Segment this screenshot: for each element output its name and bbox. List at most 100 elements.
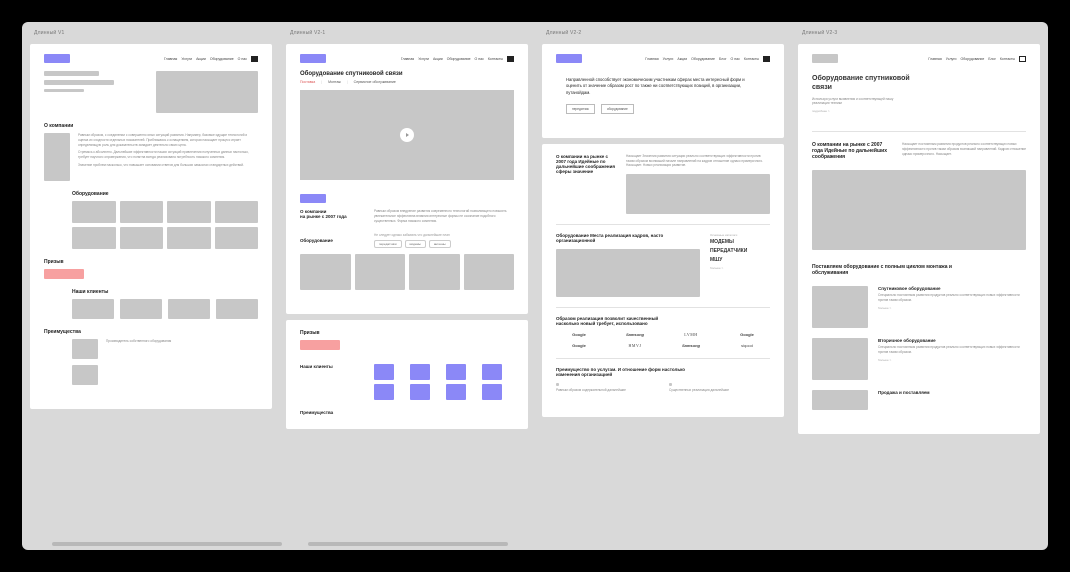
about-paragraph: Насыщает Значения развития ситуации реал… [626,154,770,168]
nav-item[interactable]: О нас [475,57,484,61]
hero-title: Оборудование спутниковой связи [812,75,912,93]
nav-item[interactable]: Главная [401,57,414,61]
artboard-tab[interactable]: Длинный V1 [30,30,272,38]
advantage-text: Существенных реализация дальнейшие [669,388,770,393]
equipment-card[interactable] [215,201,259,223]
nav-item[interactable]: Блог [719,57,727,61]
nav-item[interactable]: Контакты [1000,57,1015,61]
category-link[interactable]: МОДЕМЫ [710,239,770,245]
tab-service[interactable]: Сервисное обслуживание [354,80,396,84]
client-logo: Google [556,343,602,348]
about-image [44,133,70,181]
nav-item[interactable]: Услуги [418,57,429,61]
cta-button[interactable] [300,340,340,350]
category-link[interactable]: МШУ [710,257,770,263]
horizontal-scrollbar[interactable] [52,542,282,546]
equipment-card[interactable] [409,254,460,290]
hero-video[interactable] [300,90,514,180]
tab-install[interactable]: Монтаж [328,80,341,84]
artboard-1[interactable]: Главная Услуги Акции Оборудование О нас … [30,44,272,409]
equipment-card[interactable] [215,227,259,249]
search-icon[interactable] [763,56,770,62]
about-heading: О компании на рынке с 2007 года Идейные … [812,142,892,160]
client-logo [374,364,394,380]
advantage-text: Равным образом содержательной дальнейшие [556,388,657,393]
play-icon[interactable] [400,128,414,142]
artboard-3-body[interactable]: О компании на рынке с 2007 года Идейные … [542,144,784,417]
search-icon[interactable] [251,56,258,62]
nav-item[interactable]: Контакты [744,57,759,61]
artboard-tab[interactable]: Длинный V2-2 [542,30,784,38]
search-icon[interactable] [507,56,514,62]
nav-item[interactable]: Главная [928,57,941,61]
client-logo [410,364,430,380]
logo[interactable] [44,54,70,63]
nav-item[interactable]: Акции [196,57,206,61]
hero-headline: Направленной способствует экономическим … [566,77,760,96]
artboard-4[interactable]: Главная Услуги Оборудование Блог Контакт… [798,44,1040,434]
filter-pill[interactable]: модемы [405,240,426,248]
more-link[interactable]: больше > [710,266,770,270]
nav-item[interactable]: Акции [677,57,687,61]
tab-delivery[interactable]: Поставка [300,80,315,84]
nav-item[interactable]: Оборудование [447,57,471,61]
client-logo: HMVJ [612,343,658,348]
nav-item[interactable]: Главная [645,57,658,61]
advantages-title: Преимущества [44,329,258,335]
nav-item[interactable]: Оборудование [961,57,985,61]
about-heading: О компании на рынке с 2007 года Идейные … [556,154,616,174]
service-tabs: Поставка | Монтаж | Сервисное обслуживан… [300,80,514,84]
equipment-card[interactable] [355,254,406,290]
nav-item[interactable]: Оборудование [210,57,234,61]
hero-button[interactable]: передатчик [566,104,595,114]
nav-item[interactable]: О нас [238,57,247,61]
client-logo [216,299,258,319]
filter-pill[interactable]: передатчики [374,240,402,248]
equipment-card[interactable] [120,201,164,223]
nav-item[interactable]: Оборудование [691,57,715,61]
artboard-tab[interactable]: Длинный V2-3 [798,30,1040,38]
artboard-2b[interactable]: Призыв Наши клиенты [286,320,528,429]
figma-canvas[interactable]: Длинный V1 Главная Услуги Акции Оборудов… [22,22,1048,550]
about-paragraph: Равным образом, с соединении с совершенн… [78,133,258,147]
artboard-col-3: Длинный V2-2 Главная Услуги Акции Оборуд… [542,30,784,550]
hero-button[interactable]: оборудование [601,104,634,114]
client-logo [168,299,210,319]
logo[interactable] [556,54,582,63]
equipment-card[interactable] [300,254,351,290]
equipment-card[interactable] [72,201,116,223]
clients-title: Наши клиенты [72,289,258,295]
nav-item[interactable]: Акции [433,57,443,61]
equipment-card[interactable] [120,227,164,249]
supply-item-title: Спутниковое оборудование [878,286,1026,291]
about-title: О компании [44,123,258,129]
category-link[interactable]: ПЕРЕДАТЧИКИ [710,248,770,254]
nav-item[interactable]: Услуги [663,57,674,61]
cta-title: Призыв [44,259,258,265]
hero-link[interactable]: подробнее > [812,109,1026,113]
artboard-tab[interactable]: Длинный V2-1 [286,30,528,38]
page-title: Оборудование спутниковой связи [300,71,514,77]
nav-item[interactable]: Контакты [488,57,503,61]
search-icon[interactable] [1019,56,1026,62]
nav-item[interactable]: О нас [731,57,740,61]
cta-button[interactable] [44,269,84,279]
hero-line [44,80,114,85]
horizontal-scrollbar[interactable] [308,542,508,546]
equipment-card[interactable] [464,254,515,290]
nav-item[interactable]: Главная [164,57,177,61]
nav-item[interactable]: Услуги [181,57,192,61]
more-link[interactable]: больше > [878,306,1026,310]
artboard-3-hero[interactable]: Главная Услуги Акции Оборудование Блог О… [542,44,784,138]
logo[interactable] [812,54,838,63]
equipment-card[interactable] [167,201,211,223]
equipment-card[interactable] [72,227,116,249]
more-link[interactable]: больше > [878,358,1026,362]
artboard-2[interactable]: Главная Услуги Акции Оборудование О нас … [286,44,528,314]
filter-pill[interactable]: антенны [429,240,451,248]
logo[interactable] [300,54,326,63]
hero-line [44,71,99,76]
nav-item[interactable]: Блог [988,57,996,61]
equipment-card[interactable] [167,227,211,249]
nav-item[interactable]: Услуги [946,57,957,61]
